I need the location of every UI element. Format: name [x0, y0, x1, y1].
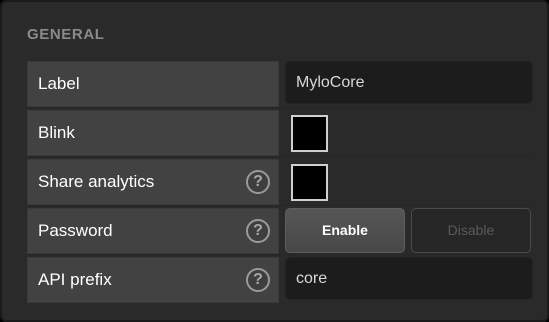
share-analytics-checkbox[interactable] [291, 164, 328, 201]
help-icon[interactable]: ? [246, 268, 270, 292]
control-cell [279, 157, 535, 206]
label-cell: API prefix ? [27, 257, 279, 303]
settings-rows: Label Blink Share analytics ? [27, 59, 535, 304]
section-header: GENERAL [27, 26, 105, 43]
control-cell [279, 255, 535, 304]
field-label-api-prefix: API prefix [38, 270, 112, 289]
help-icon[interactable]: ? [246, 219, 270, 243]
enable-button[interactable]: Enable [285, 208, 405, 253]
field-label-password: Password [38, 221, 113, 240]
control-cell [279, 59, 535, 108]
blink-checkbox[interactable] [291, 115, 328, 152]
field-label-label: Label [38, 74, 80, 93]
settings-row-blink: Blink [27, 108, 535, 157]
disable-button[interactable]: Disable [411, 208, 531, 253]
api-prefix-input[interactable] [285, 257, 533, 300]
label-cell: Share analytics ? [27, 159, 279, 205]
settings-panel: GENERAL Label Blink Share analytics ? [0, 0, 549, 322]
field-label-blink: Blink [38, 123, 75, 142]
settings-row-password: Password ? Enable Disable [27, 206, 535, 255]
label-input[interactable] [285, 61, 533, 104]
settings-row-label: Label [27, 59, 535, 108]
control-cell [279, 108, 535, 157]
field-label-share-analytics: Share analytics [38, 172, 155, 191]
help-icon[interactable]: ? [246, 170, 270, 194]
label-cell: Blink [27, 110, 279, 156]
label-cell: Label [27, 61, 279, 107]
control-cell: Enable Disable [279, 206, 535, 255]
settings-row-share-analytics: Share analytics ? [27, 157, 535, 206]
settings-row-api-prefix: API prefix ? [27, 255, 535, 304]
label-cell: Password ? [27, 208, 279, 254]
